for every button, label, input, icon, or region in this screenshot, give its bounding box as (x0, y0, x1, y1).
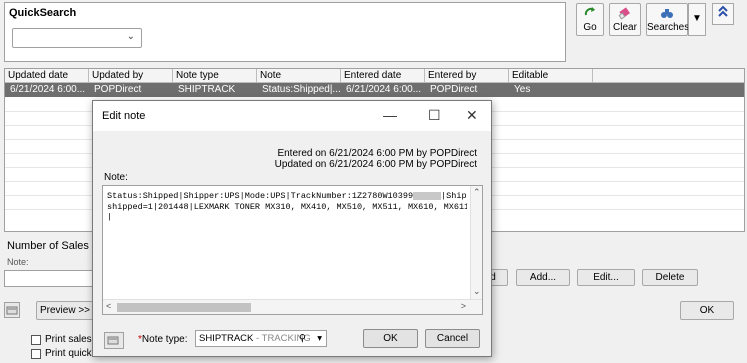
chevron-down-icon: ⌄ (126, 31, 135, 42)
lower-note-label: Note: (7, 257, 29, 267)
updated-info: Updated on 6/21/2024 6:00 PM by POPDirec… (274, 159, 477, 170)
col-note-type[interactable]: Note type (173, 69, 257, 83)
cell-entered-date: 6/21/2024 6:00... (346, 84, 422, 95)
col-entered-date[interactable]: Entered date (341, 69, 425, 83)
grid-header: Updated date Updated by Note type Note E… (5, 69, 744, 83)
note-type-label-text: Note type: (141, 334, 188, 345)
dropdown-arrow-icon: ▼ (692, 13, 702, 24)
note-line-1-end: |ShipDate: (441, 191, 467, 201)
table-row[interactable]: 6/21/2024 6:00... POPDirect SHIPTRACK St… (5, 83, 744, 97)
col-updated-date[interactable]: Updated date (5, 69, 89, 83)
cell-entered-by: POPDirect (430, 84, 478, 95)
dialog-note-label: Note: (104, 172, 128, 183)
cell-note-type: SHIPTRACK (178, 84, 236, 95)
lookup-dropdown-icon[interactable]: ▾ (317, 331, 322, 346)
minimize-icon[interactable]: — (383, 107, 397, 123)
go-button[interactable]: Go (576, 3, 604, 36)
horizontal-scroll-thumb[interactable] (117, 303, 251, 312)
text-cursor: | (107, 212, 113, 222)
scroll-left-icon[interactable]: < (106, 301, 111, 311)
col-entered-by[interactable]: Entered by (425, 69, 509, 83)
add-button[interactable]: Add... (516, 269, 570, 286)
note-type-label: *Note type: (138, 334, 188, 345)
horizontal-scrollbar[interactable]: < > (103, 299, 482, 314)
lookup-search-icon[interactable]: ⚲ (299, 331, 306, 346)
vertical-scrollbar[interactable]: ⌃ ⌄ (470, 186, 482, 300)
col-note[interactable]: Note (257, 69, 341, 83)
print-quick-label: Print quick (45, 348, 92, 359)
cell-note: Status:Shipped|... (262, 84, 341, 95)
entered-info: Entered on 6/21/2024 6:00 PM by POPDirec… (277, 148, 477, 159)
quicksearch-select[interactable]: ⌄ (12, 28, 142, 48)
col-editable[interactable]: Editable (509, 69, 593, 83)
go-label: Go (583, 22, 597, 33)
maximize-icon[interactable]: ☐ (428, 107, 441, 124)
cell-updated-date: 6/21/2024 6:00... (10, 84, 86, 95)
collapse-up-icon (717, 5, 729, 21)
print-quick-checkbox[interactable] (31, 349, 41, 359)
dialog-title: Edit note (102, 110, 146, 122)
eraser-icon (610, 6, 640, 22)
dialog-ok-button[interactable]: OK (363, 329, 418, 348)
redacted-block (413, 191, 442, 200)
searches-dropdown-button[interactable]: ▼ (688, 3, 706, 36)
note-type-value: SHIPTRACK (199, 333, 254, 344)
col-updated-by[interactable]: Updated by (89, 69, 173, 83)
lower-note-input[interactable] (4, 270, 100, 287)
cell-editable: Yes (514, 84, 531, 95)
collapse-up-button[interactable] (712, 3, 734, 25)
edit-button[interactable]: Edit... (577, 269, 635, 286)
notepad-icon (5, 306, 19, 320)
quicksearch-title: QuickSearch (9, 7, 77, 19)
dialog-titlebar[interactable]: Edit note — ☐ ✕ (93, 101, 491, 131)
delete-button[interactable]: Delete (642, 269, 698, 286)
notepad-icon (105, 336, 121, 350)
note-icon-button[interactable] (4, 302, 20, 318)
sales-label: Number of Sales or (7, 240, 102, 252)
preview-button[interactable]: Preview >> (36, 301, 94, 320)
note-line-1: Status:Shipped|Shipper:UPS|Mode:UPS|Trac… (107, 191, 467, 201)
cell-updated-by: POPDirect (94, 84, 142, 95)
note-textarea[interactable]: Status:Shipped|Shipper:UPS|Mode:UPS|Trac… (102, 185, 483, 315)
edit-note-dialog: Edit note — ☐ ✕ Entered on 6/21/2024 6:0… (92, 100, 492, 357)
searches-binoculars-icon (647, 6, 687, 22)
note-line-2: shipped=1|201448|LEXMARK TONER MX310, MX… (107, 202, 467, 212)
scroll-down-icon[interactable]: ⌄ (473, 286, 481, 297)
clear-button[interactable]: Clear (609, 3, 641, 36)
scroll-up-icon[interactable]: ⌃ (473, 187, 481, 198)
clear-label: Clear (613, 22, 637, 33)
refresh-arrow-icon (577, 6, 603, 22)
scroll-right-icon[interactable]: > (461, 301, 466, 311)
note-type-field[interactable]: SHIPTRACK - TRACKING ⚲ ▾ (195, 330, 327, 347)
quicksearch-panel: QuickSearch ⌄ (4, 2, 566, 62)
dialog-note-icon-button[interactable] (104, 332, 124, 349)
dialog-cancel-button[interactable]: Cancel (425, 329, 480, 348)
searches-button[interactable]: Searches (646, 3, 690, 36)
note-line-1-start: Status:Shipped|Shipper:UPS|Mode:UPS|Trac… (107, 191, 414, 201)
close-icon[interactable]: ✕ (466, 107, 478, 124)
ok-button-main[interactable]: OK (680, 301, 734, 320)
searches-label: Searches (647, 22, 690, 33)
print-sales-checkbox[interactable] (31, 335, 41, 345)
